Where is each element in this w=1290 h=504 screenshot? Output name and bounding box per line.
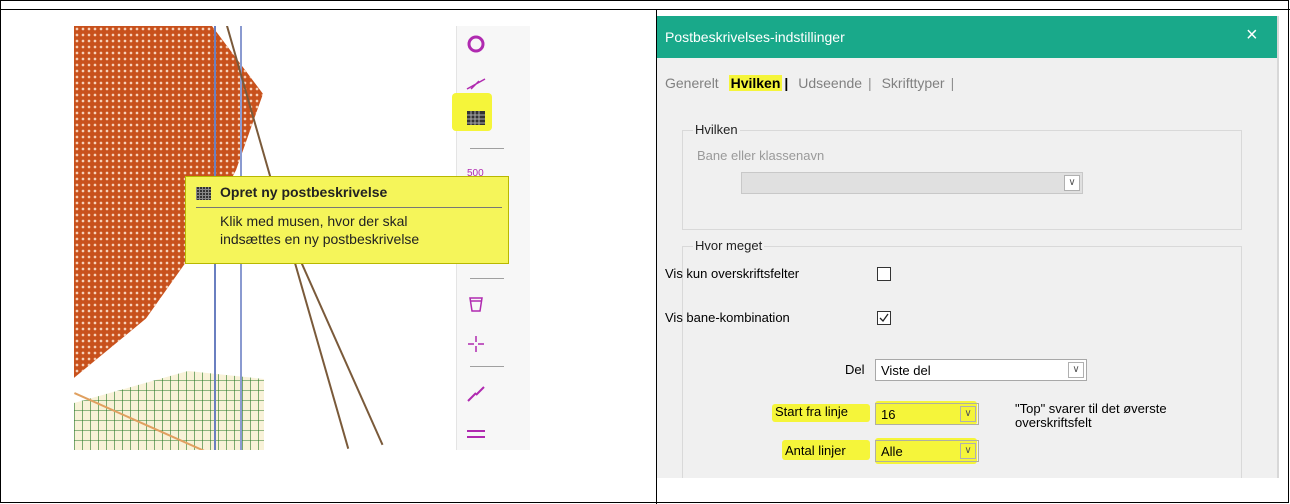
toolbar-separator [470,366,504,367]
note-line: "Top" svarer til det øverste [1015,401,1167,416]
line-count-select[interactable]: Alle ∨ [875,440,979,462]
chevron-down-icon: ∨ [1064,175,1080,191]
dialog-titlebar[interactable]: Postbeskrivelses-indstillinger × [657,16,1279,58]
tab-generelt[interactable]: Generelt [665,75,719,91]
part-value: Viste del [881,363,931,378]
tooltip-divider [196,207,502,208]
dialog-body: Generelt Hvilken | Udseende | Skrifttyper |… [657,58,1277,478]
background-map-edge [1277,16,1279,478]
start-line-note: "Top" svarer til det øverste overskrifts… [1015,402,1167,430]
tab-separator: | [868,75,872,91]
line-count-label: Antal linjer [785,443,846,458]
course-class-label: Bane eller klassenavn [697,148,825,163]
line-count-value: Alle [881,444,903,459]
line-break-icon[interactable] [462,382,490,406]
checkmark-icon [879,313,889,323]
parallel-lines-icon[interactable] [462,422,490,446]
settings-dialog: Postbeskrivelses-indstillinger × Generel… [657,16,1279,478]
control-description-icon [196,187,211,200]
group-hvor-meget-label: Hvor meget [693,238,765,253]
tooltip-body: Klik med musen, hvor der skal indsættes … [220,212,419,248]
chevron-down-icon: ∨ [1068,362,1084,378]
dialog-title: Postbeskrivelses-indstillinger [665,29,845,45]
headers-only-checkbox[interactable] [877,267,891,281]
tab-udseende[interactable]: Udseende [798,75,862,91]
tab-skrifttyper[interactable]: Skrifttyper [882,75,945,91]
start-line-select[interactable]: 16 ∨ [875,403,979,425]
bucket-icon[interactable] [462,292,490,316]
circle-icon[interactable] [462,32,490,56]
tooltip: Opret ny postbeskrivelse Klik med musen,… [185,176,509,264]
part-label: Del [845,362,865,377]
tooltip-line: indsættes en ny postbeskrivelse [220,231,420,247]
part-select[interactable]: Viste del ∨ [875,359,1087,381]
course-class-select[interactable]: ∨ [741,172,1083,194]
control-description-icon[interactable] [462,106,490,130]
chevron-down-icon: ∨ [960,443,976,459]
start-line-label: Start fra linje [775,404,848,419]
map-screenshot: 500 Opret ny postbeskrivelse Klik med mu… [74,26,530,450]
close-icon[interactable]: × [1246,24,1258,47]
tab-separator: | [784,75,789,91]
group-hvilken-label: Hvilken [693,122,740,137]
headers-only-label: Vis kun overskriftsfelter [665,266,800,281]
toolbar-separator [470,148,504,149]
note-line: overskriftsfelt [1015,415,1092,430]
table-top-rule [0,9,1290,10]
tooltip-line: Klik med musen, hvor der skal [220,213,408,229]
map-green-area [74,371,264,450]
tab-separator: | [950,75,955,91]
course-combination-label: Vis bane-kombination [665,310,790,325]
toolbar-separator [470,278,504,279]
chevron-down-icon: ∨ [960,406,976,422]
course-combination-checkbox[interactable] [877,311,891,325]
measure-icon[interactable] [462,72,490,96]
tab-bar: Generelt Hvilken | Udseende | Skrifttyper | [665,75,960,91]
tab-hvilken[interactable]: Hvilken [728,75,783,91]
start-line-value: 16 [881,407,896,422]
crosshair-icon[interactable] [462,332,490,356]
tooltip-title: Opret ny postbeskrivelse [220,184,388,200]
